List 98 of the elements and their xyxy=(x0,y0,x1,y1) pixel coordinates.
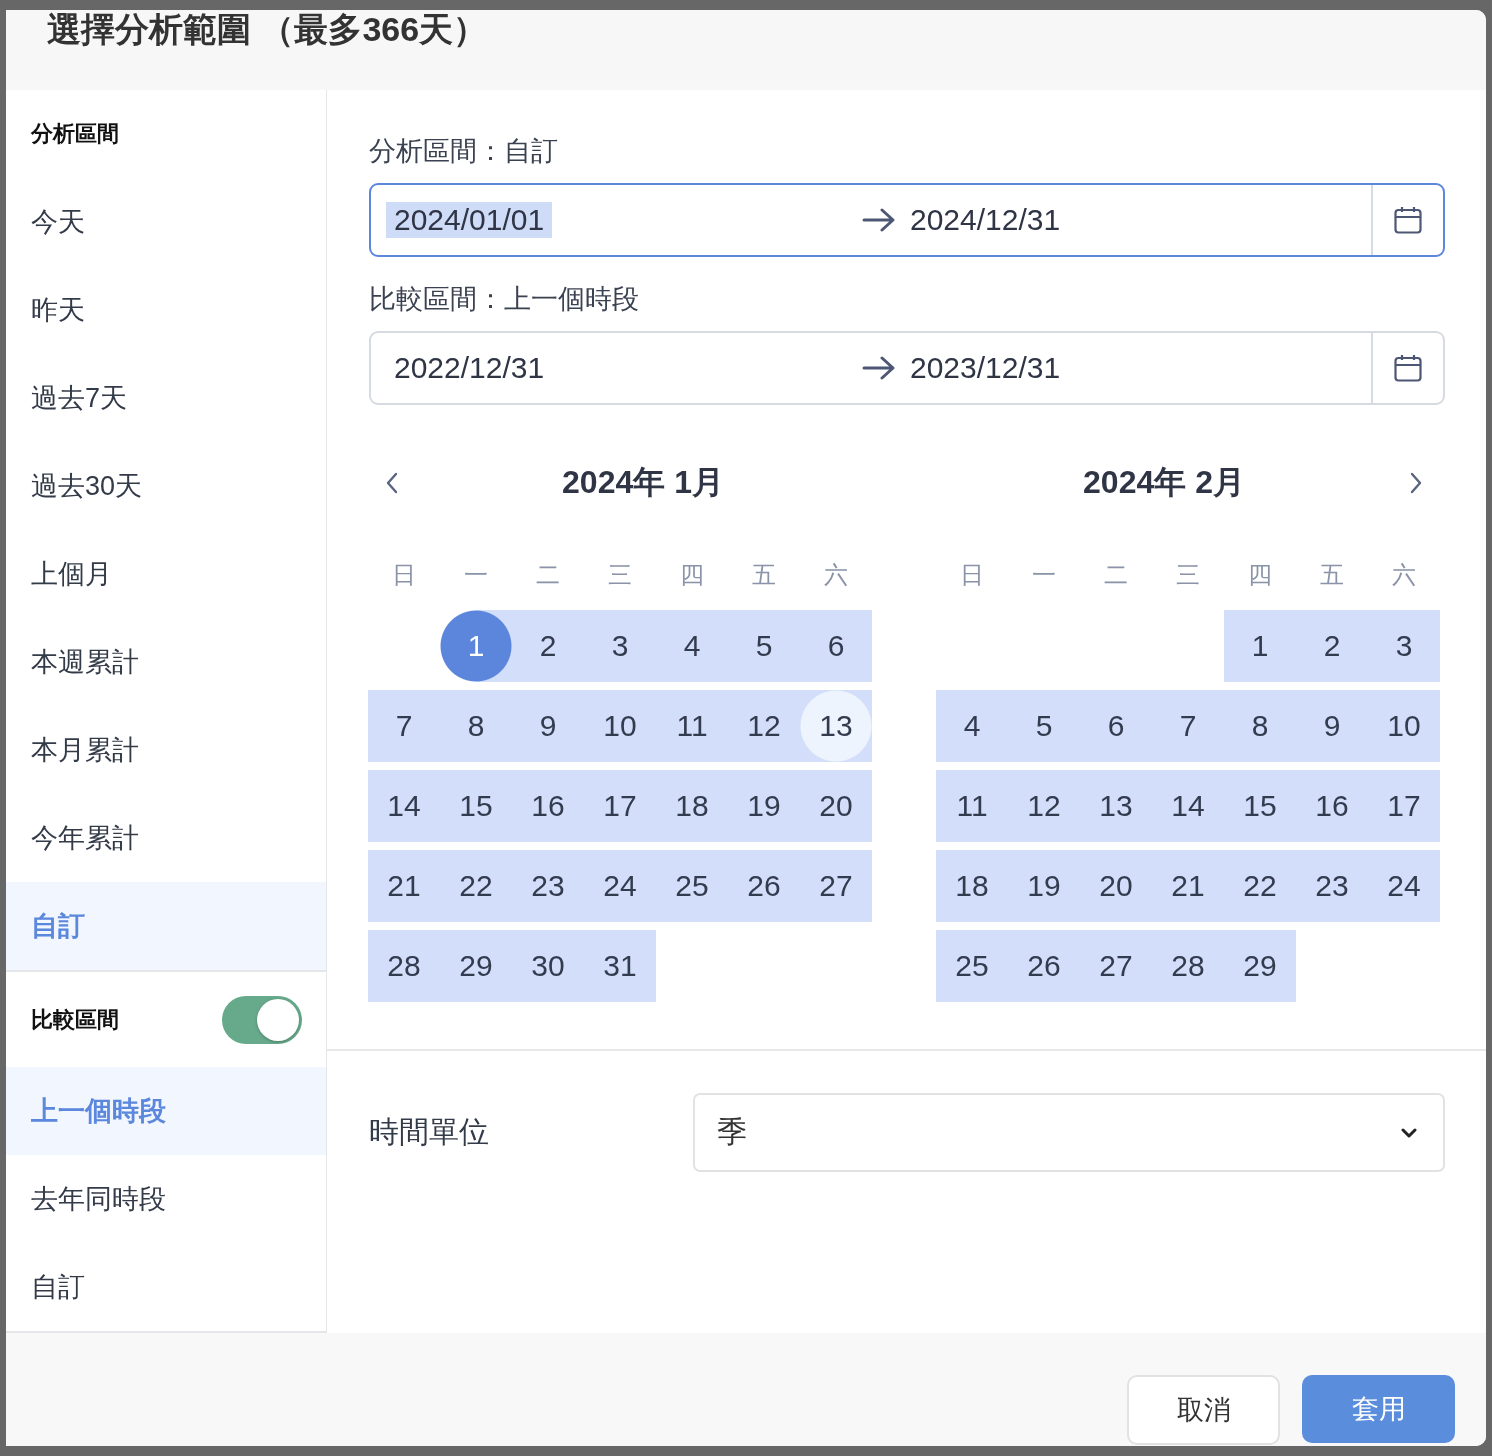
calendar-day[interactable]: 2 xyxy=(512,610,584,682)
weekday-label: 二 xyxy=(1104,560,1128,590)
calendar-day[interactable]: 4 xyxy=(656,610,728,682)
calendar-day[interactable]: 22 xyxy=(1224,850,1296,922)
calendar-day[interactable]: 20 xyxy=(1080,850,1152,922)
calendar-day[interactable]: 27 xyxy=(800,850,872,922)
calendar-day[interactable]: 20 xyxy=(800,770,872,842)
date-range-field[interactable]: 2022/12/31 2023/12/31 xyxy=(369,331,1445,405)
calendar-icon[interactable] xyxy=(1394,206,1422,234)
calendar-day[interactable]: 25 xyxy=(656,850,728,922)
start-date: 2024/01/01 xyxy=(386,202,553,238)
calendar-day[interactable]: 1 xyxy=(1224,610,1296,682)
weekday-label: 一 xyxy=(1032,560,1056,590)
dialog-title: 選擇分析範圍 （最多366天） xyxy=(47,10,488,48)
arrow-right-icon xyxy=(862,208,896,232)
section-heading: 比較區間 xyxy=(31,1005,119,1034)
calendar-day[interactable]: 14 xyxy=(1152,770,1224,842)
calendar-day[interactable]: 5 xyxy=(728,610,800,682)
chevron-left-icon xyxy=(386,472,398,494)
weekday-label: 四 xyxy=(680,560,704,590)
calendar-day[interactable]: 2 xyxy=(1296,610,1368,682)
field-label: 分析區間：自訂 xyxy=(369,135,558,168)
calendar-day[interactable]: 3 xyxy=(584,610,656,682)
end-date: 2024/12/31 xyxy=(909,202,1062,238)
time-unit-label: 時間單位 xyxy=(369,1114,489,1150)
weekday-label: 日 xyxy=(392,560,416,590)
cancel-button[interactable]: 取消 xyxy=(1127,1375,1280,1445)
section-heading: 分析區間 xyxy=(31,120,119,148)
calendar-day[interactable]: 17 xyxy=(1368,770,1440,842)
weekday-label: 四 xyxy=(1248,560,1272,590)
weekday-label: 六 xyxy=(824,560,848,590)
chevron-down-icon xyxy=(1401,1127,1417,1138)
calendar-day[interactable]: 9 xyxy=(1296,690,1368,762)
calendar-day[interactable]: 15 xyxy=(1224,770,1296,842)
weekday-label: 三 xyxy=(608,560,632,590)
weekday-label: 六 xyxy=(1392,560,1416,590)
month-title: 2024年 1月 xyxy=(562,463,724,502)
calendar-day[interactable]: 23 xyxy=(1296,850,1368,922)
calendar-day[interactable]: 10 xyxy=(1368,690,1440,762)
weekday-label: 日 xyxy=(960,560,984,590)
calendar-day[interactable]: 28 xyxy=(368,930,440,1002)
calendar-day[interactable]: 7 xyxy=(1152,690,1224,762)
date-range-field[interactable]: 2024/01/01 2024/12/31 xyxy=(369,183,1445,257)
calendar-day[interactable]: 18 xyxy=(656,770,728,842)
calendar-day[interactable]: 15 xyxy=(440,770,512,842)
calendar-day[interactable]: 18 xyxy=(936,850,1008,922)
calendar-day[interactable]: 19 xyxy=(1008,850,1080,922)
calendar-day[interactable]: 22 xyxy=(440,850,512,922)
calendar-day[interactable]: 1 xyxy=(440,610,512,682)
calendar-day[interactable]: 6 xyxy=(800,610,872,682)
calendar-day[interactable]: 21 xyxy=(1152,850,1224,922)
weekday-label: 五 xyxy=(752,560,776,590)
calendar-day[interactable]: 23 xyxy=(512,850,584,922)
arrow-right-icon xyxy=(862,356,896,380)
month-title: 2024年 2月 xyxy=(1083,463,1245,502)
calendar-day[interactable]: 26 xyxy=(1008,930,1080,1002)
weekday-label: 二 xyxy=(536,560,560,590)
calendar-day[interactable]: 14 xyxy=(368,770,440,842)
calendar-day[interactable]: 21 xyxy=(368,850,440,922)
weekday-label: 三 xyxy=(1176,560,1200,590)
calendar-day[interactable]: 5 xyxy=(1008,690,1080,762)
calendar-day[interactable]: 16 xyxy=(512,770,584,842)
calendar-day[interactable]: 13 xyxy=(1080,770,1152,842)
calendar-day[interactable]: 8 xyxy=(1224,690,1296,762)
calendar-day[interactable]: 8 xyxy=(440,690,512,762)
toggle-switch[interactable] xyxy=(222,995,302,1044)
end-date: 2023/12/31 xyxy=(909,350,1062,386)
calendar-day[interactable]: 13 xyxy=(800,690,872,762)
chevron-right-icon xyxy=(1410,472,1422,494)
field-label: 比較區間：上一個時段 xyxy=(369,283,639,316)
start-date: 2022/12/31 xyxy=(393,350,546,386)
weekday-label: 一 xyxy=(464,560,488,590)
calendar-icon[interactable] xyxy=(1394,354,1422,382)
calendar-day[interactable]: 7 xyxy=(368,690,440,762)
calendar-day[interactable]: 11 xyxy=(936,770,1008,842)
calendar-day[interactable]: 3 xyxy=(1368,610,1440,682)
calendar-day[interactable]: 31 xyxy=(584,930,656,1002)
calendar-day[interactable]: 28 xyxy=(1152,930,1224,1002)
calendar-day[interactable]: 4 xyxy=(936,690,1008,762)
calendar-day[interactable]: 10 xyxy=(584,690,656,762)
calendar-day[interactable]: 26 xyxy=(728,850,800,922)
calendar-day[interactable]: 6 xyxy=(1080,690,1152,762)
calendar-day[interactable]: 24 xyxy=(1368,850,1440,922)
calendar-day[interactable]: 19 xyxy=(728,770,800,842)
calendar-day[interactable]: 25 xyxy=(936,930,1008,1002)
calendar-day[interactable]: 30 xyxy=(512,930,584,1002)
calendar-day[interactable]: 24 xyxy=(584,850,656,922)
calendar-day[interactable]: 12 xyxy=(1008,770,1080,842)
calendar-day[interactable]: 29 xyxy=(1224,930,1296,1002)
time-unit-select[interactable]: 季 xyxy=(693,1093,1445,1172)
calendar-day[interactable]: 17 xyxy=(584,770,656,842)
calendar-day[interactable]: 12 xyxy=(728,690,800,762)
weekday-label: 五 xyxy=(1320,560,1344,590)
calendar-day[interactable]: 9 xyxy=(512,690,584,762)
calendar-day[interactable]: 11 xyxy=(656,690,728,762)
calendar-day[interactable]: 27 xyxy=(1080,930,1152,1002)
calendar-day[interactable]: 16 xyxy=(1296,770,1368,842)
calendar-day[interactable]: 29 xyxy=(440,930,512,1002)
